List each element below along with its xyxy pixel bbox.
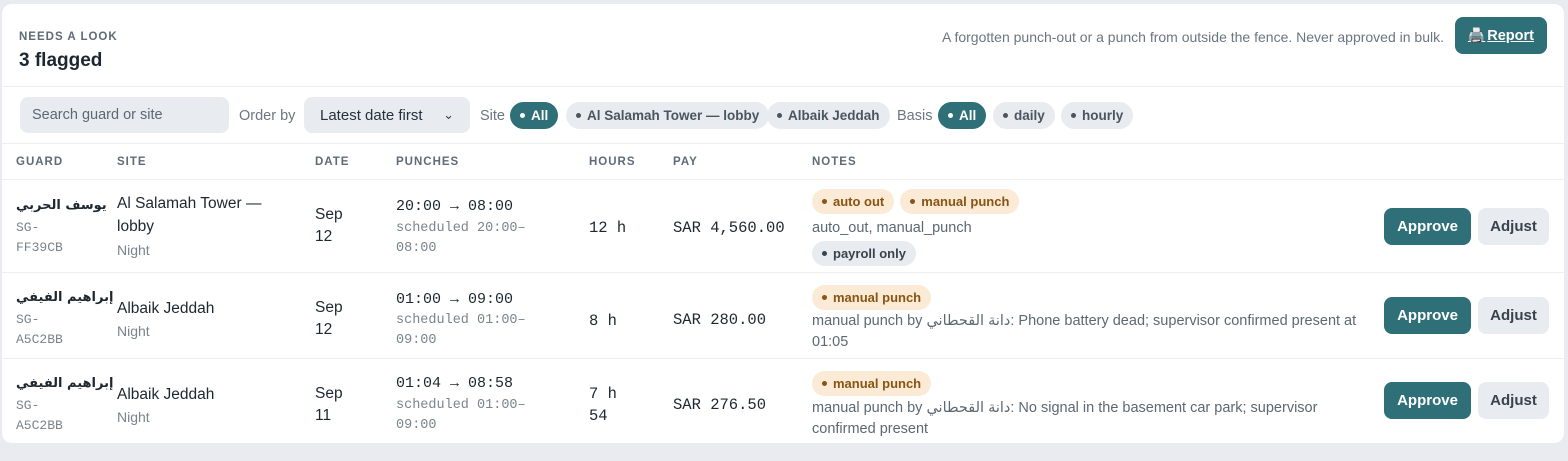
site-filter-albaik[interactable]: Albaik Jeddah (767, 102, 890, 129)
filter-toolbar: Order by Latest date first ⌄ Site All Al… (2, 88, 1564, 144)
punch-times: 01:04 → 08:58 (396, 375, 514, 392)
note-tags: auto out manual punch (812, 189, 1020, 214)
tag-auto-out: auto out (812, 189, 895, 214)
hours-worked: 7 h 54 (589, 385, 617, 425)
table-row: إبراهيم الفيفي SG-A5C2BB Albaik Jeddah N… (2, 359, 1564, 443)
shift-name: Night (117, 323, 150, 339)
note-text: manual punch by دانة القحطاني: No signal… (812, 400, 1318, 437)
report-button[interactable]: 🖨️ Report (1454, 17, 1547, 54)
header-note: A forgotten punch-out or a punch from ou… (942, 29, 1444, 45)
guard-id: SG-A5C2BB (16, 312, 63, 347)
tag-payroll-only: payroll only (812, 241, 916, 266)
card-header: NEEDS A LOOK 3 flagged A forgotten punch… (2, 4, 1564, 87)
scheduled-times: scheduled 01:00–09:00 (396, 398, 526, 433)
pay-amount: SAR 276.50 (673, 396, 767, 414)
flagged-count-title: 3 flagged (19, 50, 103, 71)
scheduled-times: scheduled 01:00–09:00 (396, 313, 526, 348)
chevron-down-icon: ⌄ (443, 107, 454, 122)
site-name: Al Salamah Tower — lobby (117, 195, 262, 235)
tag-manual-punch: manual punch (900, 189, 1020, 214)
table-row: إبراهيم الفيفي SG-A5C2BB Albaik Jeddah N… (2, 273, 1564, 359)
order-select[interactable]: Latest date first ⌄ (304, 97, 470, 133)
guard-name: إبراهيم الفيفي (16, 376, 114, 391)
col-date: DATE (315, 156, 350, 168)
site-name: Albaik Jeddah (117, 300, 215, 317)
note-text: manual punch by دانة القحطاني: Phone bat… (812, 313, 1357, 350)
basis-filter-label: Basis (897, 108, 933, 124)
shift-name: Night (117, 242, 150, 258)
adjust-button[interactable]: Adjust (1478, 297, 1549, 334)
col-hours: HOURS (589, 156, 636, 168)
punch-times: 20:00 → 08:00 (396, 198, 514, 215)
approve-button[interactable]: Approve (1384, 297, 1471, 334)
order-by-label: Order by (239, 108, 296, 124)
note-text: auto_out, manual_punch (812, 220, 972, 236)
site-filter-label: Site (480, 108, 505, 124)
basis-filter-daily[interactable]: daily (993, 102, 1055, 129)
tag-manual-punch: manual punch (812, 371, 932, 396)
col-notes: NOTES (812, 156, 857, 168)
note-tags: manual punch (812, 371, 932, 396)
col-pay: PAY (673, 156, 698, 168)
note-tags: manual punch (812, 285, 932, 310)
shift-name: Night (117, 409, 150, 425)
col-guard: GUARD (16, 156, 64, 168)
basis-filter-hourly[interactable]: hourly (1061, 102, 1134, 129)
site-filter-al-salamah[interactable]: Al Salamah Tower — lobby (566, 102, 770, 129)
printer-icon: 🖨️ (1467, 27, 1486, 43)
report-label: Report (1487, 27, 1534, 44)
table-row: يوسف الحربي SG-FF39CB Al Salamah Tower —… (2, 180, 1564, 273)
approve-button[interactable]: Approve (1384, 382, 1471, 419)
approve-button[interactable]: Approve (1384, 208, 1471, 245)
section-eyebrow: NEEDS A LOOK (19, 31, 118, 43)
basis-filter-all[interactable]: All (938, 102, 987, 129)
site-name: Albaik Jeddah (117, 386, 215, 403)
guard-id: SG-A5C2BB (16, 398, 63, 433)
hours-worked: 8 h (589, 312, 617, 330)
search-input[interactable] (20, 97, 229, 133)
hours-worked: 12 h (589, 219, 627, 237)
guard-name: يوسف الحربي (16, 198, 107, 213)
note-extra-tags: payroll only (812, 241, 916, 266)
guard-name: إبراهيم الفيفي (16, 290, 114, 305)
flagged-card: NEEDS A LOOK 3 flagged A forgotten punch… (2, 4, 1564, 443)
pay-amount: SAR 280.00 (673, 311, 767, 329)
order-select-value: Latest date first (320, 106, 423, 124)
col-site: SITE (117, 156, 147, 168)
adjust-button[interactable]: Adjust (1478, 382, 1549, 419)
shift-date: Sep 12 (315, 206, 343, 245)
guard-id: SG-FF39CB (16, 220, 63, 255)
adjust-button[interactable]: Adjust (1478, 208, 1549, 245)
pay-amount: SAR 4,560.00 (673, 219, 785, 237)
shift-date: Sep 11 (315, 385, 343, 424)
tag-manual-punch: manual punch (812, 285, 932, 310)
scheduled-times: scheduled 20:00–08:00 (396, 221, 526, 256)
site-filter-all[interactable]: All (510, 102, 559, 129)
punch-times: 01:00 → 09:00 (396, 291, 514, 308)
col-punches: PUNCHES (396, 156, 460, 168)
shift-date: Sep 12 (315, 299, 343, 338)
